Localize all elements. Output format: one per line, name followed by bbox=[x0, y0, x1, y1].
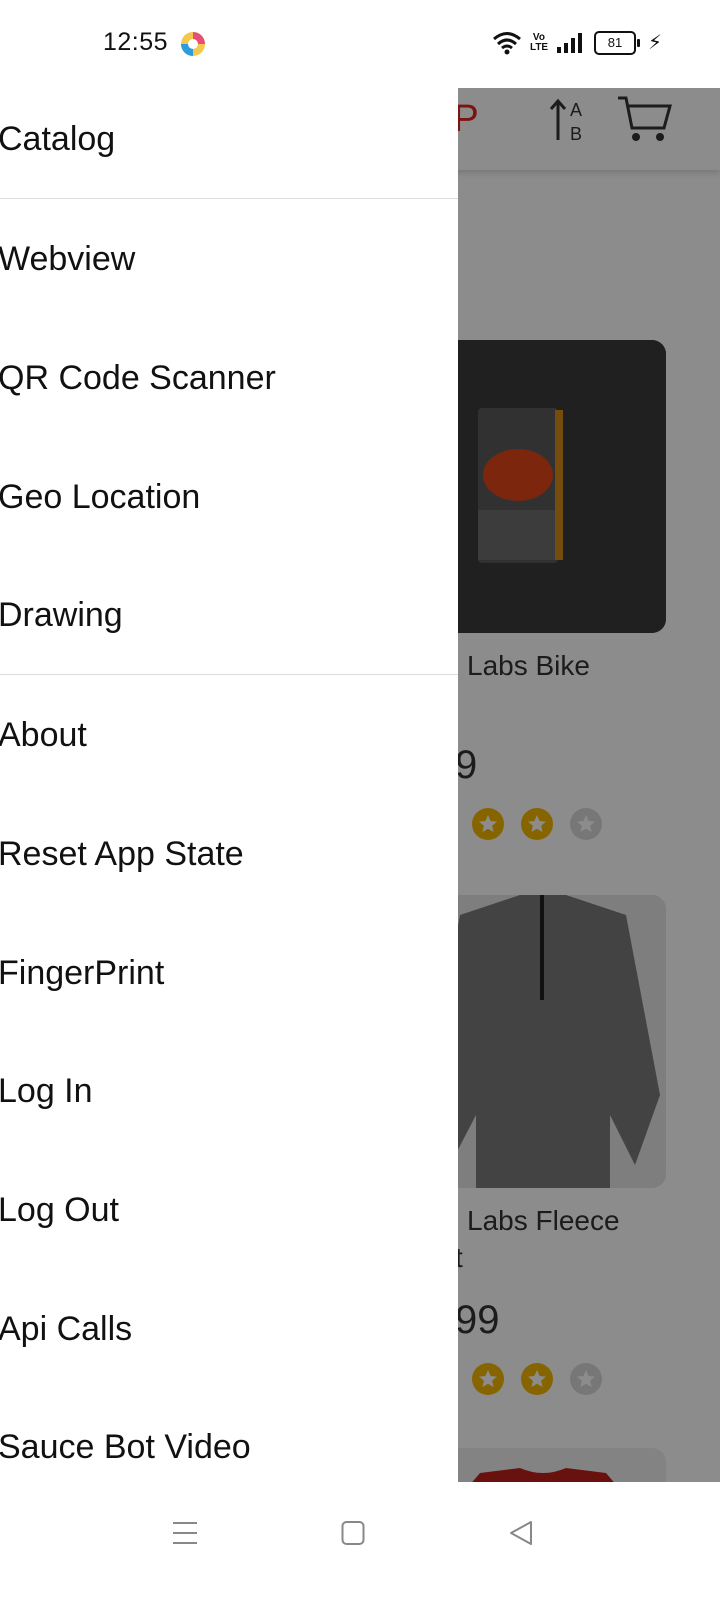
menu-item-about[interactable]: About bbox=[0, 716, 87, 755]
status-bar: 12:55 Vo LTE 81 ⚡ bbox=[0, 0, 720, 88]
system-nav-bar bbox=[0, 1482, 720, 1600]
menu-item-geo-location[interactable]: Geo Location bbox=[0, 478, 200, 517]
status-time: 12:55 bbox=[103, 28, 169, 56]
menu-divider bbox=[0, 198, 458, 199]
home-icon[interactable] bbox=[341, 1520, 365, 1546]
menu-item-catalog[interactable]: Catalog bbox=[0, 120, 115, 159]
menu-item-reset-app-state[interactable]: Reset App State bbox=[0, 835, 244, 874]
wifi-icon bbox=[492, 31, 521, 54]
app-notification-icon bbox=[181, 32, 205, 56]
signal-icon bbox=[556, 32, 582, 53]
menu-icon[interactable] bbox=[172, 1520, 198, 1546]
menu-item-qr-code-scanner[interactable]: QR Code Scanner bbox=[0, 359, 276, 398]
back-icon[interactable] bbox=[508, 1520, 534, 1546]
menu-item-log-out[interactable]: Log Out bbox=[0, 1191, 119, 1230]
charging-icon: ⚡ bbox=[647, 32, 662, 54]
volte-icon: Vo LTE bbox=[529, 31, 549, 53]
menu-item-fingerprint[interactable]: FingerPrint bbox=[0, 954, 164, 993]
battery-icon: 81 bbox=[593, 30, 640, 55]
navigation-drawer: Catalog Webview QR Code Scanner Geo Loca… bbox=[0, 70, 458, 1482]
menu-item-sauce-bot-video[interactable]: Sauce Bot Video bbox=[0, 1428, 251, 1467]
menu-item-webview[interactable]: Webview bbox=[0, 240, 135, 279]
menu-item-api-calls[interactable]: Api Calls bbox=[0, 1310, 132, 1349]
menu-item-log-in[interactable]: Log In bbox=[0, 1072, 93, 1111]
menu-divider bbox=[0, 674, 458, 675]
menu-item-drawing[interactable]: Drawing bbox=[0, 596, 123, 635]
